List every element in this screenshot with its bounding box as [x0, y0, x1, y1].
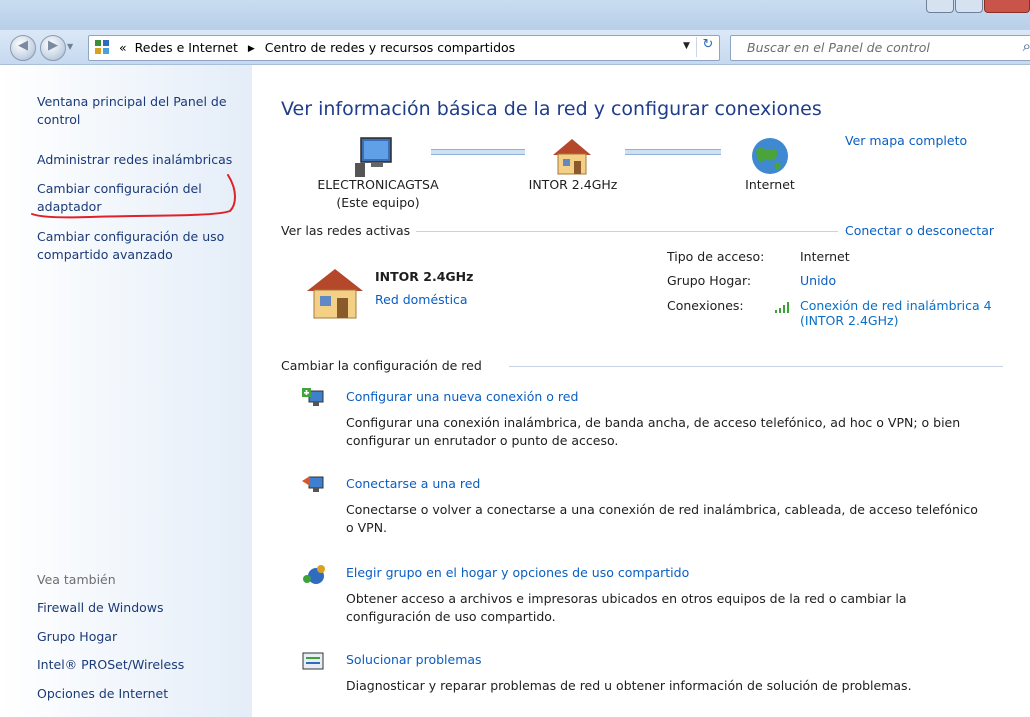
- see-also-label: Vea también: [37, 572, 116, 587]
- task-description: Conectarse o volver a conectarse a una c…: [346, 501, 978, 537]
- task-desc-line: Conectarse o volver a conectarse a una c…: [346, 502, 978, 517]
- link-homegroup-status[interactable]: Unido: [800, 273, 836, 288]
- access-type-value: Internet: [800, 249, 850, 264]
- link-intel-proset-wireless[interactable]: Intel® PROSet/Wireless: [37, 657, 184, 672]
- task-desc-line: Diagnosticar y reparar problemas de red …: [346, 678, 912, 693]
- link-homegroup-options[interactable]: Elegir grupo en el hogar y opciones de u…: [346, 565, 689, 580]
- link-setup-new-connection[interactable]: Configurar una nueva conexión o red: [346, 389, 578, 404]
- close-window-button[interactable]: [984, 0, 1030, 13]
- search-box[interactable]: Buscar en el Panel de control ⌕: [730, 35, 1030, 61]
- window-controls: [925, 0, 1030, 13]
- link-windows-firewall[interactable]: Firewall de Windows: [37, 600, 164, 615]
- link-manage-wireless-networks[interactable]: Administrar redes inalámbricas: [37, 151, 247, 169]
- section-divider: [509, 366, 1003, 367]
- task-desc-line: configurar un enrutador o punto de acces…: [346, 433, 619, 448]
- link-line-network-to-internet: [625, 149, 721, 155]
- link-advanced-sharing-settings[interactable]: Cambiar configuración de uso compartido …: [37, 228, 247, 264]
- task-description: Configurar una conexión inalámbrica, de …: [346, 414, 960, 450]
- search-icon[interactable]: ⌕: [1023, 37, 1030, 55]
- new-connection-icon: [302, 388, 324, 406]
- connection-ssid: (INTOR 2.4GHz): [800, 313, 899, 328]
- connections-label: Conexiones:: [667, 298, 744, 313]
- computer-icon[interactable]: [355, 135, 403, 179]
- forward-arrow-icon: ▶: [48, 38, 58, 53]
- refresh-icon[interactable]: ↻: [696, 37, 719, 57]
- network-name-label: INTOR 2.4GHz: [528, 177, 618, 192]
- forward-button[interactable]: ▶: [40, 35, 66, 61]
- troubleshoot-icon: [302, 652, 324, 670]
- link-wireless-connection[interactable]: Conexión de red inalámbrica 4 (INTOR 2.4…: [800, 298, 992, 328]
- link-full-map[interactable]: Ver mapa completo: [845, 133, 967, 148]
- link-connect-to-network[interactable]: Conectarse a una red: [346, 476, 480, 491]
- page-title: Ver información básica de la red y confi…: [281, 98, 822, 120]
- minimize-button[interactable]: [926, 0, 954, 13]
- computer-name-label: ELECTRONICAGTSA: [317, 177, 439, 192]
- search-input[interactable]: Buscar en el Panel de control: [747, 40, 930, 55]
- active-networks-label: Ver las redes activas: [281, 223, 411, 238]
- task-desc-line: configuración de uso compartido.: [346, 609, 556, 624]
- section-divider: [416, 231, 838, 232]
- link-network-type[interactable]: Red doméstica: [375, 292, 468, 307]
- back-button[interactable]: ◀: [10, 35, 36, 61]
- task-desc-line: o VPN.: [346, 520, 388, 535]
- active-network-name: INTOR 2.4GHz: [375, 269, 474, 284]
- link-homegroup[interactable]: Grupo Hogar: [37, 629, 117, 644]
- breadcrumb-redes-e-internet[interactable]: Redes e Internet: [135, 40, 238, 55]
- task-desc-line: Configurar una conexión inalámbrica, de …: [346, 415, 961, 430]
- address-bar[interactable]: « Redes e Internet ▶ Centro de redes y r…: [88, 35, 720, 61]
- control-panel-icon: [95, 40, 111, 55]
- internet-label: Internet: [745, 177, 795, 192]
- homegroup-sharing-icon: [303, 565, 325, 584]
- home-network-icon[interactable]: [549, 135, 595, 177]
- navigation-bar: ◀ ▶ ▼ « Redes e Internet ▶ Centro de red…: [0, 30, 1030, 65]
- link-connect-disconnect[interactable]: Conectar o desconectar: [845, 223, 994, 238]
- link-troubleshoot[interactable]: Solucionar problemas: [346, 652, 482, 667]
- history-chevron-icon[interactable]: «: [119, 40, 127, 55]
- link-control-panel-home[interactable]: Ventana principal del Panel de control: [37, 93, 247, 129]
- main-content: Ver información básica de la red y confi…: [253, 65, 1030, 717]
- link-internet-options[interactable]: Opciones de Internet: [37, 686, 168, 701]
- breadcrumb-centro-de-redes[interactable]: Centro de redes y recursos compartidos: [265, 40, 515, 55]
- connection-name: Conexión de red inalámbrica 4: [800, 298, 992, 313]
- maximize-button[interactable]: [955, 0, 983, 13]
- access-type-label: Tipo de acceso:: [667, 249, 765, 264]
- link-change-adapter-settings[interactable]: Cambiar configuración del adaptador: [37, 180, 227, 216]
- homegroup-label: Grupo Hogar:: [667, 273, 752, 288]
- home-network-large-icon: [307, 269, 363, 319]
- task-desc-line: Obtener acceso a archivos e impresoras u…: [346, 591, 907, 606]
- connect-to-network-icon: [302, 476, 324, 492]
- computer-sub-label: (Este equipo): [336, 195, 420, 210]
- task-description: Obtener acceso a archivos e impresoras u…: [346, 590, 907, 626]
- breadcrumb: « Redes e Internet ▶ Centro de redes y r…: [119, 40, 515, 55]
- back-arrow-icon: ◀: [18, 38, 28, 53]
- breadcrumb-separator-icon[interactable]: ▶: [248, 44, 255, 54]
- wireless-signal-icon: [775, 302, 789, 313]
- left-task-pane: Ventana principal del Panel de control A…: [0, 65, 252, 717]
- link-line-computer-to-network: [431, 149, 525, 155]
- task-description: Diagnosticar y reparar problemas de red …: [346, 677, 912, 695]
- recent-pages-dropdown-icon[interactable]: ▼: [67, 42, 73, 51]
- internet-globe-icon[interactable]: [749, 135, 791, 177]
- window-title-strip: [0, 0, 1030, 30]
- change-settings-label: Cambiar la configuración de red: [281, 358, 482, 373]
- address-dropdown-icon[interactable]: ▼: [683, 41, 690, 51]
